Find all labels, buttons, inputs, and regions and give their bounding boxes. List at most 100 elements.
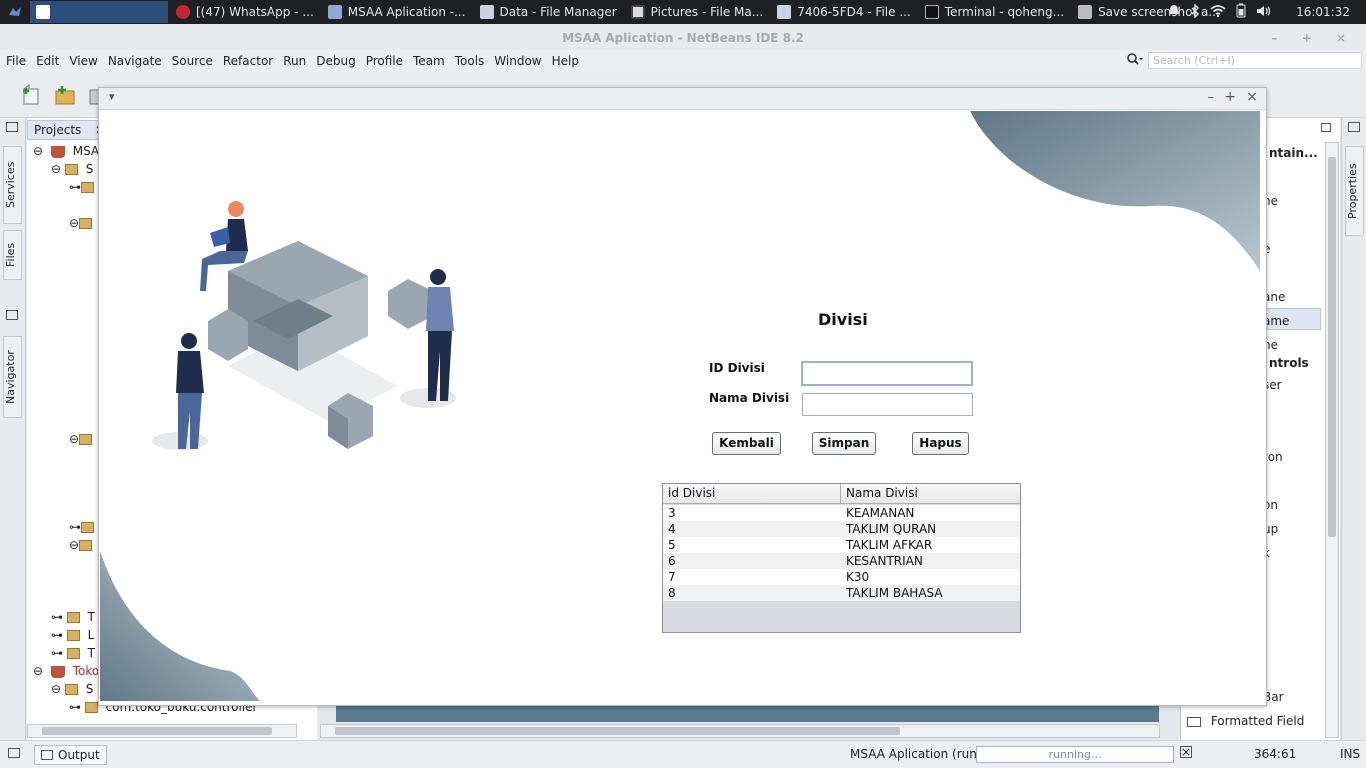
expand-icon[interactable]: ⊖ — [69, 538, 79, 552]
app-menu-icon[interactable] — [0, 0, 30, 24]
tree-node[interactable]: ⊖ — [69, 430, 96, 448]
output-icon — [41, 750, 53, 760]
cell-nama: KESANTRIAN — [846, 554, 923, 568]
taskbar-task-whatsapp[interactable]: [(47) WhatsApp - ... — [170, 1, 320, 23]
menu-profile[interactable]: Profile — [366, 54, 403, 68]
window-controls[interactable]: – + × — [1272, 24, 1356, 52]
minimize-panel-icon[interactable] — [1321, 123, 1331, 132]
projects-hscrollbar[interactable] — [27, 724, 297, 738]
menu-refactor[interactable]: Refactor — [223, 54, 273, 68]
menu-debug[interactable]: Debug — [316, 54, 355, 68]
expand-icon[interactable]: ⊖ — [69, 432, 79, 446]
expand-icon[interactable]: ⊶ — [51, 610, 63, 624]
restore-window-icon[interactable] — [1348, 122, 1360, 132]
expand-icon[interactable]: ⊖ — [51, 162, 61, 176]
menu-source[interactable]: Source — [172, 54, 213, 68]
tree-node-source[interactable]: ⊖ S — [51, 680, 93, 698]
tree-node[interactable]: ⊶ — [69, 518, 98, 536]
menu-help[interactable]: Help — [552, 54, 579, 68]
palette-vscrollbar[interactable] — [1325, 142, 1339, 738]
table-row[interactable]: 5 TAKLIM AFKAR — [663, 537, 1020, 553]
palette-item-formatted-field[interactable]: Formatted Field — [1187, 714, 1304, 728]
scroll-thumb[interactable] — [335, 727, 900, 735]
tree-node-test[interactable]: ⊶ T — [51, 608, 95, 626]
kembali-button[interactable]: Kembali — [712, 432, 781, 455]
restore-window-icon[interactable] — [6, 310, 18, 320]
menu-file[interactable]: File — [6, 54, 26, 68]
menu-run[interactable]: Run — [283, 54, 306, 68]
simpan-button[interactable]: Simpan — [812, 432, 876, 455]
column-header-nama[interactable]: Nama Divisi — [841, 484, 918, 504]
scroll-thumb[interactable] — [1328, 157, 1336, 537]
scroll-thumb[interactable] — [42, 727, 272, 735]
hapus-button[interactable]: Hapus — [912, 432, 969, 455]
expand-icon[interactable]: ⊶ — [69, 520, 81, 534]
new-project-icon[interactable] — [54, 84, 76, 106]
stop-icon[interactable]: × — [1180, 746, 1192, 758]
tree-node-test-libraries[interactable]: ⊶ T — [51, 644, 95, 662]
palette-section-containers[interactable]: ntain... — [1269, 146, 1318, 160]
minimize-icon[interactable]: – — [1208, 90, 1215, 105]
tree-node-source[interactable]: ⊖ S — [51, 160, 93, 178]
expand-icon[interactable]: ⊶ — [51, 646, 63, 660]
expand-icon[interactable]: ⊖ — [51, 682, 61, 696]
run-progress-bar[interactable]: running... — [976, 746, 1174, 763]
volume-icon[interactable] — [1256, 4, 1272, 21]
close-icon[interactable]: × — [1246, 89, 1258, 105]
menu-navigate[interactable]: Navigate — [108, 54, 162, 68]
tree-node[interactable]: ⊖ — [69, 536, 96, 554]
tab-files[interactable]: Files — [3, 230, 22, 280]
dialog-menu-icon[interactable]: ▾ — [109, 90, 115, 103]
taskbar-task-terminal[interactable]: Terminal - qoheng... — [919, 1, 1070, 23]
taskbar-task-data-files[interactable]: Data - File Manager — [474, 1, 623, 23]
table-row[interactable]: 4 TAKLIM QURAN — [663, 521, 1020, 537]
id-divisi-input[interactable] — [801, 361, 973, 386]
restore-window-icon[interactable] — [6, 122, 18, 132]
taskbar-task-netbeans[interactable] — [30, 1, 168, 23]
menu-team[interactable]: Team — [413, 54, 445, 68]
tree-node[interactable]: ⊶ — [69, 178, 98, 196]
expand-icon[interactable]: ⊶ — [69, 700, 81, 714]
table-row[interactable]: 7 K30 — [663, 569, 1020, 585]
expand-icon[interactable]: ⊶ — [51, 628, 63, 642]
restore-window-icon[interactable] — [8, 748, 20, 758]
expand-icon[interactable]: ⊖ — [69, 216, 79, 230]
taskbar-task-drive[interactable]: 7406-5FD4 - File ... — [771, 1, 917, 23]
search-icon[interactable] — [1126, 52, 1144, 69]
taskbar-task-pictures[interactable]: Pictures - File Ma... — [625, 1, 770, 23]
expand-icon[interactable]: ⊖ — [33, 664, 43, 678]
cube-icon — [327, 5, 342, 19]
expand-icon[interactable]: ⊶ — [69, 180, 81, 194]
clock[interactable]: 16:01:32 — [1296, 5, 1350, 19]
tree-node-libraries[interactable]: ⊶ L — [51, 626, 94, 644]
tree-node-toko[interactable]: ⊖ Toko — [33, 662, 99, 680]
table-row[interactable]: 6 KESANTRIAN — [663, 553, 1020, 569]
taskbar-task-msaa[interactable]: MSAA Aplication -... — [322, 1, 472, 23]
tree-node-msaa[interactable]: ⊖ MSAA — [33, 142, 108, 160]
menu-edit[interactable]: Edit — [36, 54, 59, 68]
bluetooth-icon[interactable] — [1190, 2, 1200, 21]
new-file-icon[interactable] — [20, 83, 42, 106]
wifi-icon[interactable] — [1210, 4, 1226, 20]
menu-view[interactable]: View — [69, 54, 97, 68]
menu-tools[interactable]: Tools — [455, 54, 485, 68]
editor-hscrollbar[interactable] — [320, 724, 1160, 738]
palette-section-controls[interactable]: ntrols — [1269, 356, 1309, 370]
tree-node[interactable]: ⊖ — [69, 214, 96, 232]
divisi-table[interactable]: id Divisi Nama Divisi 3 KEAMANAN 4 TAKLI… — [662, 483, 1021, 633]
output-tab[interactable]: Output — [34, 745, 107, 765]
table-row[interactable]: 3 KEAMANAN — [663, 505, 1020, 521]
tab-properties[interactable]: Properties — [1345, 146, 1364, 236]
tab-navigator[interactable]: Navigator — [3, 336, 22, 418]
team-illustration — [152, 201, 456, 450]
battery-icon[interactable] — [1236, 3, 1246, 21]
maximize-icon[interactable]: + — [1224, 89, 1236, 105]
search-input[interactable]: Search (Ctrl+I) — [1148, 51, 1362, 69]
expand-icon[interactable]: ⊖ — [33, 144, 43, 158]
column-header-id[interactable]: id Divisi — [663, 484, 841, 504]
tab-services[interactable]: Services — [3, 146, 22, 224]
menu-window[interactable]: Window — [494, 54, 541, 68]
table-row[interactable]: 8 TAKLIM BAHASA — [663, 585, 1020, 601]
nama-divisi-input[interactable] — [802, 393, 973, 416]
bell-icon[interactable] — [1168, 4, 1180, 21]
